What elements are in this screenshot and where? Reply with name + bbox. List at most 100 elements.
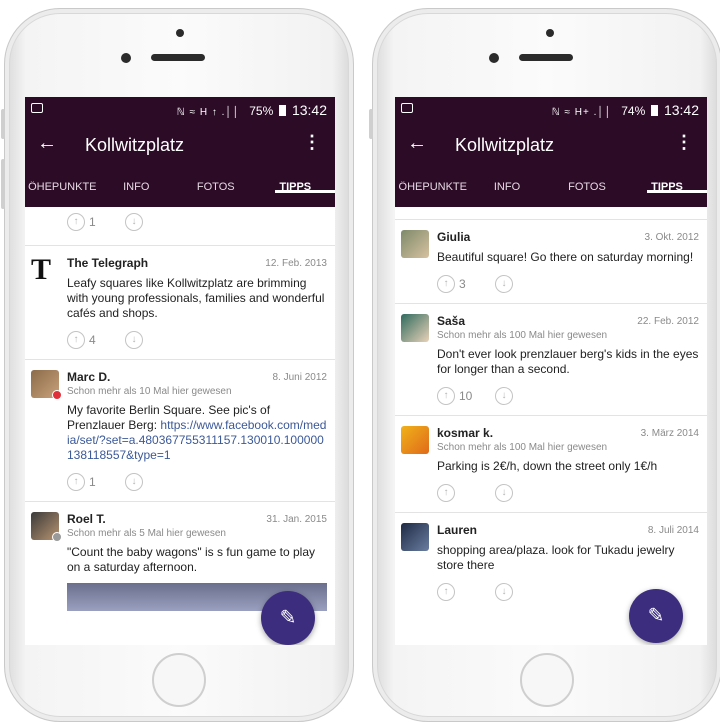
- status-bar: ℕ ≈ H ↑ .││ 75% 13:42: [25, 97, 335, 123]
- downvote-icon[interactable]: ↓: [125, 213, 143, 231]
- avatar: [401, 426, 429, 454]
- upvote-icon[interactable]: ↑: [67, 213, 85, 231]
- visit-count: Schon mehr als 100 Mal hier gewesen: [437, 330, 608, 341]
- visit-count: Schon mehr als 5 Mal hier gewesen: [67, 528, 226, 539]
- write-tip-button[interactable]: ✎: [629, 589, 683, 643]
- tab-info[interactable]: INFO: [97, 181, 176, 193]
- tip-text: My favorite Berlin Square. See pic's of …: [67, 403, 327, 463]
- list-item: Saša 22. Feb. 2012 Schon mehr als 100 Ma…: [395, 304, 707, 416]
- avatar: [401, 314, 429, 342]
- tab-info[interactable]: INFO: [467, 181, 547, 193]
- tips-feed: ↑ 1 ↓ T The Telegraph 12. Feb. 2013 Leaf…: [25, 207, 335, 619]
- battery-percent: 75%: [249, 104, 274, 118]
- upvote-icon[interactable]: ↑: [437, 387, 455, 405]
- mute-switch: [1, 109, 5, 139]
- tab-photos[interactable]: FOTOS: [547, 181, 627, 193]
- front-camera: [121, 53, 131, 63]
- list-item: Giulia 3. Okt. 2012 Beautiful square! Go…: [395, 219, 707, 304]
- battery-icon: [278, 105, 286, 116]
- stage: ℕ ≈ H ↑ .││ 75% 13:42 ← Kollwitzplatz ⋮ …: [0, 0, 720, 722]
- tab-bar: ÖHEPUNKTE INFO FOTOS TIPPS: [25, 167, 335, 207]
- vote-count: 4: [89, 333, 96, 347]
- avatar: [401, 230, 429, 258]
- page-title: Kollwitzplatz: [85, 135, 185, 155]
- overflow-menu-icon[interactable]: ⋮: [675, 132, 693, 153]
- home-button[interactable]: [520, 653, 574, 707]
- home-button[interactable]: [152, 653, 206, 707]
- vote-count: 10: [459, 389, 473, 403]
- image-notification-icon: [31, 103, 43, 113]
- tip-text: Beautiful square! Go there on saturday m…: [437, 250, 694, 264]
- list-item: Marc D. 8. Juni 2012 Schon mehr als 10 M…: [25, 360, 335, 502]
- vote-count: 1: [89, 475, 96, 489]
- mute-switch: [369, 109, 373, 139]
- edit-icon: ✎: [647, 605, 665, 627]
- visit-count: Schon mehr als 10 Mal hier gewesen: [67, 386, 232, 397]
- avatar: [31, 512, 62, 542]
- visit-count: Schon mehr als 100 Mal hier gewesen: [437, 442, 608, 453]
- list-item: T The Telegraph 12. Feb. 2013 Leafy squa…: [25, 246, 335, 360]
- tip-date: 3. März 2014: [640, 428, 699, 439]
- tip-text: "Count the baby wagons" is s fun game to…: [67, 545, 315, 574]
- front-camera: [489, 53, 499, 63]
- tip-date: 3. Okt. 2012: [644, 232, 699, 243]
- upvote-icon[interactable]: ↑: [437, 583, 455, 601]
- edit-icon: ✎: [279, 607, 297, 629]
- app-bar: ← Kollwitzplatz ⋮: [25, 123, 335, 167]
- tab-highlights[interactable]: ÖHEPUNKTE: [25, 181, 96, 193]
- back-arrow-icon[interactable]: ←: [407, 132, 427, 155]
- tip-text: Parking is 2€/h, down the street only 1€…: [437, 459, 658, 473]
- clock: 13:42: [663, 102, 699, 118]
- vote-count: 1: [89, 215, 96, 229]
- downvote-icon[interactable]: ↓: [495, 484, 513, 502]
- tab-photos[interactable]: FOTOS: [176, 181, 255, 193]
- upvote-icon[interactable]: ↑: [67, 473, 85, 491]
- camera: [176, 29, 184, 37]
- earpiece-speaker: [519, 54, 573, 61]
- avatar: T: [31, 253, 59, 286]
- vote-count: 3: [459, 277, 466, 291]
- downvote-icon[interactable]: ↓: [495, 275, 513, 293]
- image-notification-icon: [401, 103, 413, 113]
- visitor-badge-icon: [52, 532, 62, 542]
- tip-date: 12. Feb. 2013: [265, 258, 327, 269]
- phone-left: ℕ ≈ H ↑ .││ 75% 13:42 ← Kollwitzplatz ⋮ …: [1, 8, 354, 722]
- downvote-icon[interactable]: ↓: [495, 387, 513, 405]
- page-title: Kollwitzplatz: [455, 135, 555, 155]
- tip-text: Don't ever look prenzlauer berg's kids i…: [437, 347, 699, 376]
- tip-date: 8. Juli 2014: [647, 525, 699, 536]
- write-tip-button[interactable]: ✎: [261, 591, 315, 645]
- downvote-icon[interactable]: ↓: [495, 583, 513, 601]
- clock: 13:42: [291, 102, 327, 118]
- app-bar: ← Kollwitzplatz ⋮: [395, 123, 707, 167]
- tab-tips[interactable]: TIPPS: [627, 181, 707, 193]
- tip-date: 31. Jan. 2015: [266, 514, 327, 525]
- downvote-icon[interactable]: ↓: [125, 473, 143, 491]
- back-arrow-icon[interactable]: ←: [37, 132, 57, 155]
- camera: [546, 29, 554, 37]
- list-item: kosmar k. 3. März 2014 Schon mehr als 10…: [395, 416, 707, 513]
- screen-right: ℕ ≈ H+ .││ 74% 13:42 ← Kollwitzplatz ⋮ Ö…: [395, 97, 707, 645]
- tab-bar: ÖHEPUNKTE INFO FOTOS TIPPS: [395, 167, 707, 207]
- overflow-menu-icon[interactable]: ⋮: [303, 132, 321, 153]
- tab-highlights[interactable]: ÖHEPUNKTE: [395, 181, 467, 193]
- battery-percent: 74%: [621, 104, 646, 118]
- tips-feed: Giulia 3. Okt. 2012 Beautiful square! Go…: [395, 207, 707, 611]
- phone-right: ℕ ≈ H+ .││ 74% 13:42 ← Kollwitzplatz ⋮ Ö…: [369, 8, 720, 722]
- upvote-icon[interactable]: ↑: [437, 275, 455, 293]
- screen-left: ℕ ≈ H ↑ .││ 75% 13:42 ← Kollwitzplatz ⋮ …: [25, 97, 335, 645]
- avatar: [401, 523, 429, 551]
- upvote-icon[interactable]: ↑: [67, 331, 85, 349]
- volume-up-button: [1, 159, 5, 209]
- earpiece-speaker: [151, 54, 205, 61]
- upvote-icon[interactable]: ↑: [437, 484, 455, 502]
- downvote-icon[interactable]: ↓: [125, 331, 143, 349]
- heart-badge-icon: [52, 390, 62, 400]
- avatar: [31, 370, 62, 400]
- battery-icon: [650, 105, 658, 116]
- tip-date: 8. Juni 2012: [272, 372, 328, 383]
- tip-text: shopping area/plaza. look for Tukadu jew…: [437, 543, 675, 572]
- status-bar: ℕ ≈ H+ .││ 74% 13:42: [395, 97, 707, 123]
- telegraph-logo: T: [31, 253, 52, 286]
- tab-tips[interactable]: TIPPS: [256, 181, 335, 193]
